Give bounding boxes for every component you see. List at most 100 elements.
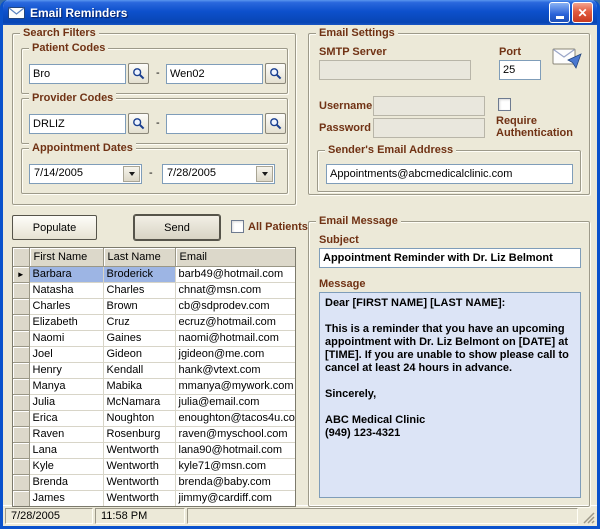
- row-selector[interactable]: [13, 410, 29, 426]
- grid-cell[interactable]: raven@myschool.com: [175, 426, 295, 442]
- grid-cell[interactable]: Manya: [29, 378, 103, 394]
- grid-cell[interactable]: Wentworth: [103, 474, 175, 490]
- grid-row[interactable]: LanaWentworthlana90@hotmail.com: [13, 442, 295, 458]
- grid-cell[interactable]: Kyle: [29, 458, 103, 474]
- grid-cell[interactable]: jimmy@cardiff.com: [175, 490, 295, 506]
- grid-cell[interactable]: Henry: [29, 362, 103, 378]
- grid-row[interactable]: NaomiGainesnaomi@hotmail.com: [13, 330, 295, 346]
- grid-column-header[interactable]: Email: [175, 248, 295, 266]
- title-bar[interactable]: Email Reminders ✕: [3, 0, 597, 25]
- grid-cell[interactable]: Noughton: [103, 410, 175, 426]
- grid-row[interactable]: ManyaMabikammanya@mywork.com: [13, 378, 295, 394]
- provider-code-to-input[interactable]: [166, 114, 263, 134]
- patient-code-from-input[interactable]: [29, 64, 126, 84]
- grid-cell[interactable]: Raven: [29, 426, 103, 442]
- grid-row[interactable]: BrendaWentworthbrenda@baby.com: [13, 474, 295, 490]
- grid-row[interactable]: JuliaMcNamarajulia@email.com: [13, 394, 295, 410]
- grid-cell[interactable]: brenda@baby.com: [175, 474, 295, 490]
- grid-row[interactable]: ElizabethCruzecruz@hotmail.com: [13, 314, 295, 330]
- password-input[interactable]: [373, 118, 485, 138]
- grid-row[interactable]: EricaNoughtonenoughton@tacos4u.com: [13, 410, 295, 426]
- grid-cell[interactable]: James: [29, 490, 103, 506]
- grid-cell[interactable]: Brenda: [29, 474, 103, 490]
- provider-code-from-lookup-button[interactable]: [128, 113, 149, 134]
- grid-cell[interactable]: cb@sdprodev.com: [175, 298, 295, 314]
- patient-grid[interactable]: First NameLast NameEmail ►BarbaraBroderi…: [12, 247, 296, 507]
- grid-cell[interactable]: Wentworth: [103, 442, 175, 458]
- row-selector[interactable]: [13, 330, 29, 346]
- grid-row[interactable]: CharlesBrowncb@sdprodev.com: [13, 298, 295, 314]
- row-selector[interactable]: [13, 394, 29, 410]
- username-input[interactable]: [373, 96, 485, 116]
- grid-cell[interactable]: Joel: [29, 346, 103, 362]
- grid-cell[interactable]: Broderick: [103, 266, 175, 282]
- row-selector[interactable]: [13, 314, 29, 330]
- smtp-server-input[interactable]: [319, 60, 471, 80]
- grid-cell[interactable]: Wentworth: [103, 490, 175, 506]
- grid-cell[interactable]: naomi@hotmail.com: [175, 330, 295, 346]
- provider-code-from-input[interactable]: [29, 114, 126, 134]
- grid-cell[interactable]: jgideon@me.com: [175, 346, 295, 362]
- grid-cell[interactable]: Lana: [29, 442, 103, 458]
- grid-cell[interactable]: ecruz@hotmail.com: [175, 314, 295, 330]
- row-selector[interactable]: [13, 474, 29, 490]
- minimize-button[interactable]: [549, 2, 570, 23]
- grid-cell[interactable]: barb49@hotmail.com: [175, 266, 295, 282]
- grid-cell[interactable]: julia@email.com: [175, 394, 295, 410]
- patient-code-to-lookup-button[interactable]: [265, 63, 286, 84]
- grid-cell[interactable]: Wentworth: [103, 458, 175, 474]
- grid-cell[interactable]: Charles: [29, 298, 103, 314]
- grid-row[interactable]: KyleWentworthkyle71@msn.com: [13, 458, 295, 474]
- populate-button[interactable]: Populate: [12, 215, 97, 240]
- patient-code-from-lookup-button[interactable]: [128, 63, 149, 84]
- port-input[interactable]: [499, 60, 541, 80]
- row-selector[interactable]: [13, 378, 29, 394]
- grid-cell[interactable]: Mabika: [103, 378, 175, 394]
- close-button[interactable]: ✕: [572, 2, 593, 23]
- grid-cell[interactable]: Naomi: [29, 330, 103, 346]
- grid-cell[interactable]: McNamara: [103, 394, 175, 410]
- grid-cell[interactable]: Elizabeth: [29, 314, 103, 330]
- grid-cell[interactable]: Charles: [103, 282, 175, 298]
- grid-cell[interactable]: Brown: [103, 298, 175, 314]
- row-selector[interactable]: [13, 282, 29, 298]
- chevron-down-icon[interactable]: [123, 166, 140, 182]
- row-selector[interactable]: ►: [13, 266, 29, 282]
- send-button[interactable]: Send: [134, 215, 220, 240]
- grid-cell[interactable]: Erica: [29, 410, 103, 426]
- date-to-combobox[interactable]: 7/28/2005: [162, 164, 275, 184]
- row-selector[interactable]: [13, 458, 29, 474]
- grid-row[interactable]: NatashaCharleschnat@msn.com: [13, 282, 295, 298]
- grid-row[interactable]: ►BarbaraBroderickbarb49@hotmail.com: [13, 266, 295, 282]
- row-selector[interactable]: [13, 442, 29, 458]
- grid-column-header[interactable]: First Name: [29, 248, 103, 266]
- grid-cell[interactable]: Julia: [29, 394, 103, 410]
- patient-code-to-input[interactable]: [166, 64, 263, 84]
- grid-cell[interactable]: Natasha: [29, 282, 103, 298]
- grid-cell[interactable]: Gideon: [103, 346, 175, 362]
- sender-email-input[interactable]: [326, 164, 573, 184]
- grid-column-header[interactable]: Last Name: [103, 248, 175, 266]
- grid-cell[interactable]: mmanya@mywork.com: [175, 378, 295, 394]
- grid-cell[interactable]: hank@vtext.com: [175, 362, 295, 378]
- grid-cell[interactable]: Kendall: [103, 362, 175, 378]
- grid-cell[interactable]: chnat@msn.com: [175, 282, 295, 298]
- grid-cell[interactable]: lana90@hotmail.com: [175, 442, 295, 458]
- grid-row[interactable]: JamesWentworthjimmy@cardiff.com: [13, 490, 295, 506]
- provider-code-to-lookup-button[interactable]: [265, 113, 286, 134]
- grid-row[interactable]: RavenRosenburgraven@myschool.com: [13, 426, 295, 442]
- row-selector[interactable]: [13, 490, 29, 506]
- grid-cell[interactable]: enoughton@tacos4u.com: [175, 410, 295, 426]
- require-auth-checkbox[interactable]: [498, 98, 511, 111]
- message-textarea[interactable]: Dear [FIRST NAME] [LAST NAME]: This is a…: [319, 292, 581, 498]
- resize-grip[interactable]: [580, 508, 595, 524]
- all-patients-checkbox[interactable]: [231, 220, 244, 233]
- row-selector[interactable]: [13, 346, 29, 362]
- grid-cell[interactable]: kyle71@msn.com: [175, 458, 295, 474]
- row-selector[interactable]: [13, 298, 29, 314]
- grid-cell[interactable]: Barbara: [29, 266, 103, 282]
- date-from-combobox[interactable]: 7/14/2005: [29, 164, 142, 184]
- grid-row[interactable]: HenryKendallhank@vtext.com: [13, 362, 295, 378]
- grid-cell[interactable]: Gaines: [103, 330, 175, 346]
- subject-input[interactable]: [319, 248, 581, 268]
